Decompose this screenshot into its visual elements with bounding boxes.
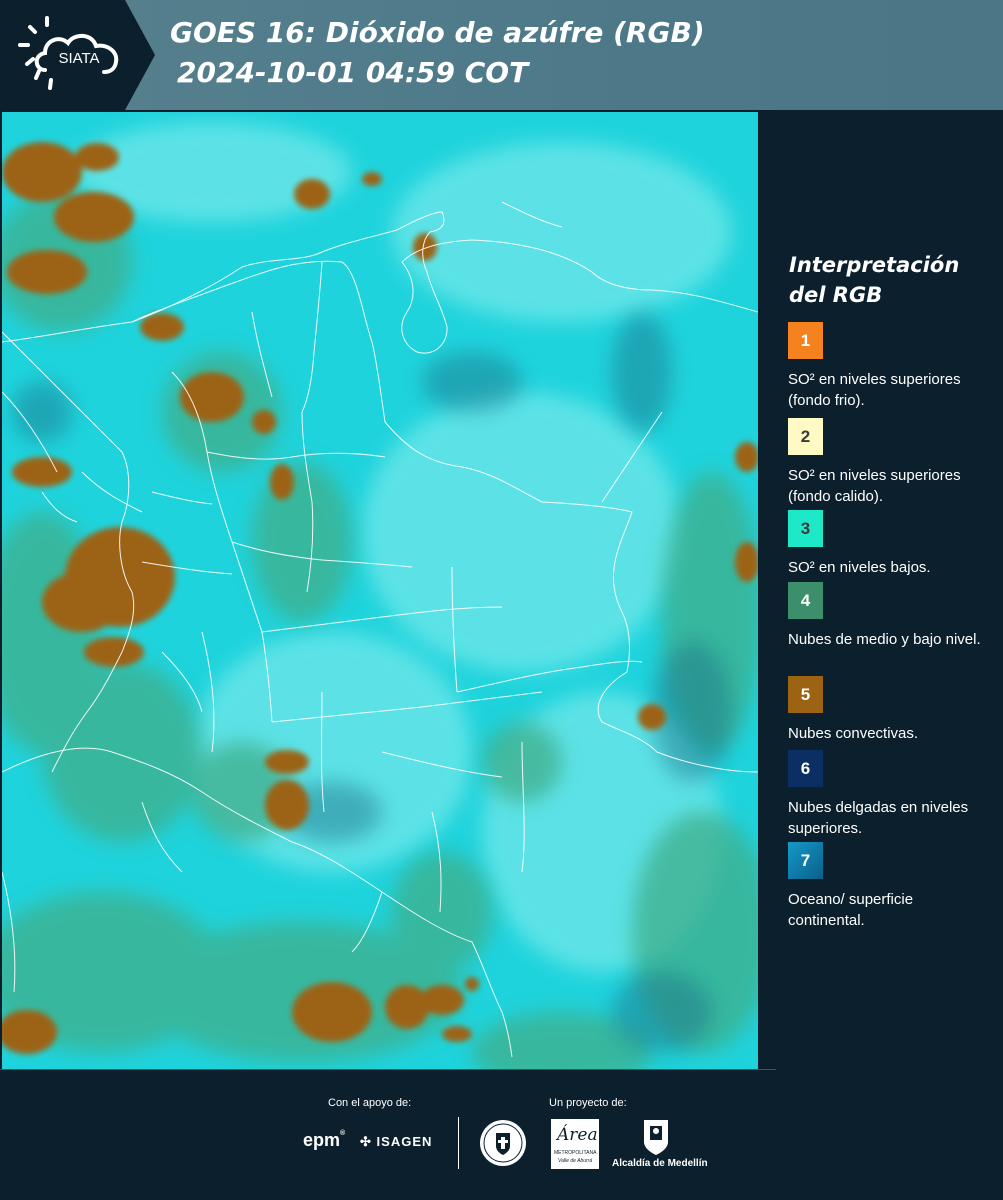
legend-swatch-7: 7: [788, 842, 823, 879]
legend-item-2: 2 SO² en niveles superiores (fondo calid…: [788, 418, 988, 507]
legend-label-3: SO² en niveles bajos.: [788, 559, 931, 576]
legend-item-3: 3 SO² en niveles bajos.: [788, 510, 988, 578]
footer-separator: [0, 1069, 776, 1070]
legend-label-2: SO² en niveles superiores (fondo calido)…: [788, 467, 961, 505]
medellin-seal-icon: [478, 1118, 528, 1172]
legend-swatch-4: 4: [788, 582, 823, 619]
area-metropolitana-logo: Área METROPOLITANA Valle de Aburrá: [551, 1119, 599, 1169]
legend-label-4: Nubes de medio y bajo nivel.: [788, 631, 981, 648]
legend-item-7: 7 Oceano/ superficie continental.: [788, 842, 988, 931]
legend-item-4: 4 Nubes de medio y bajo nivel.: [788, 582, 988, 650]
title-line-2: 2024-10-01 04:59 COT: [177, 56, 529, 89]
isagen-logo-text: ISAGEN: [376, 1134, 433, 1149]
support-caption: Con el apoyo de:: [328, 1097, 412, 1109]
legend-swatch-6: 6: [788, 750, 823, 787]
legend-item-1: 1 SO² en niveles superiores (fondo frio)…: [788, 322, 988, 411]
isagen-icon: ✣: [360, 1134, 372, 1149]
legend-label-5: Nubes convectivas.: [788, 725, 919, 742]
header: SIATA GOES 16: Dióxido de azúfre (RGB) 2…: [0, 0, 1003, 110]
alcaldia-logo-text: Alcaldía de Medellín: [612, 1158, 708, 1169]
area-logo-sub1: METROPOLITANA: [554, 1150, 597, 1156]
legend-title-line-1: Interpretación: [789, 253, 960, 277]
isagen-logo: ✣ ISAGEN: [360, 1134, 432, 1150]
siata-logo-text: SIATA: [58, 50, 99, 67]
legend-title: Interpretación del RGB: [789, 250, 989, 310]
legend-item-5: 5 Nubes convectivas.: [788, 676, 988, 744]
project-caption: Un proyecto de:: [549, 1097, 627, 1109]
legend-swatch-1: 1: [788, 322, 823, 359]
alcaldia-shield-icon: [642, 1118, 670, 1160]
siata-logo: SIATA: [0, 0, 155, 110]
area-logo-title: Área: [557, 1125, 598, 1145]
legend-title-line-2: del RGB: [789, 283, 883, 307]
legend-label-7: Oceano/ superficie continental.: [788, 891, 914, 929]
satellite-map: [2, 112, 758, 1070]
legend-swatch-3: 3: [788, 510, 823, 547]
footer-divider: [458, 1117, 459, 1169]
legend-label-6: Nubes delgadas en niveles superiores.: [788, 799, 969, 837]
area-logo-sub2: Valle de Aburrá: [558, 1158, 593, 1164]
title-line-1: GOES 16: Dióxido de azúfre (RGB): [170, 16, 705, 49]
legend-label-1: SO² en niveles superiores (fondo frio).: [788, 371, 961, 409]
epm-logo-text: epm: [303, 1130, 341, 1150]
legend-swatch-2: 2: [788, 418, 823, 455]
legend-item-6: 6 Nubes delgadas en niveles superiores.: [788, 750, 988, 839]
legend-swatch-5: 5: [788, 676, 823, 713]
epm-logo: epm®: [303, 1130, 346, 1150]
